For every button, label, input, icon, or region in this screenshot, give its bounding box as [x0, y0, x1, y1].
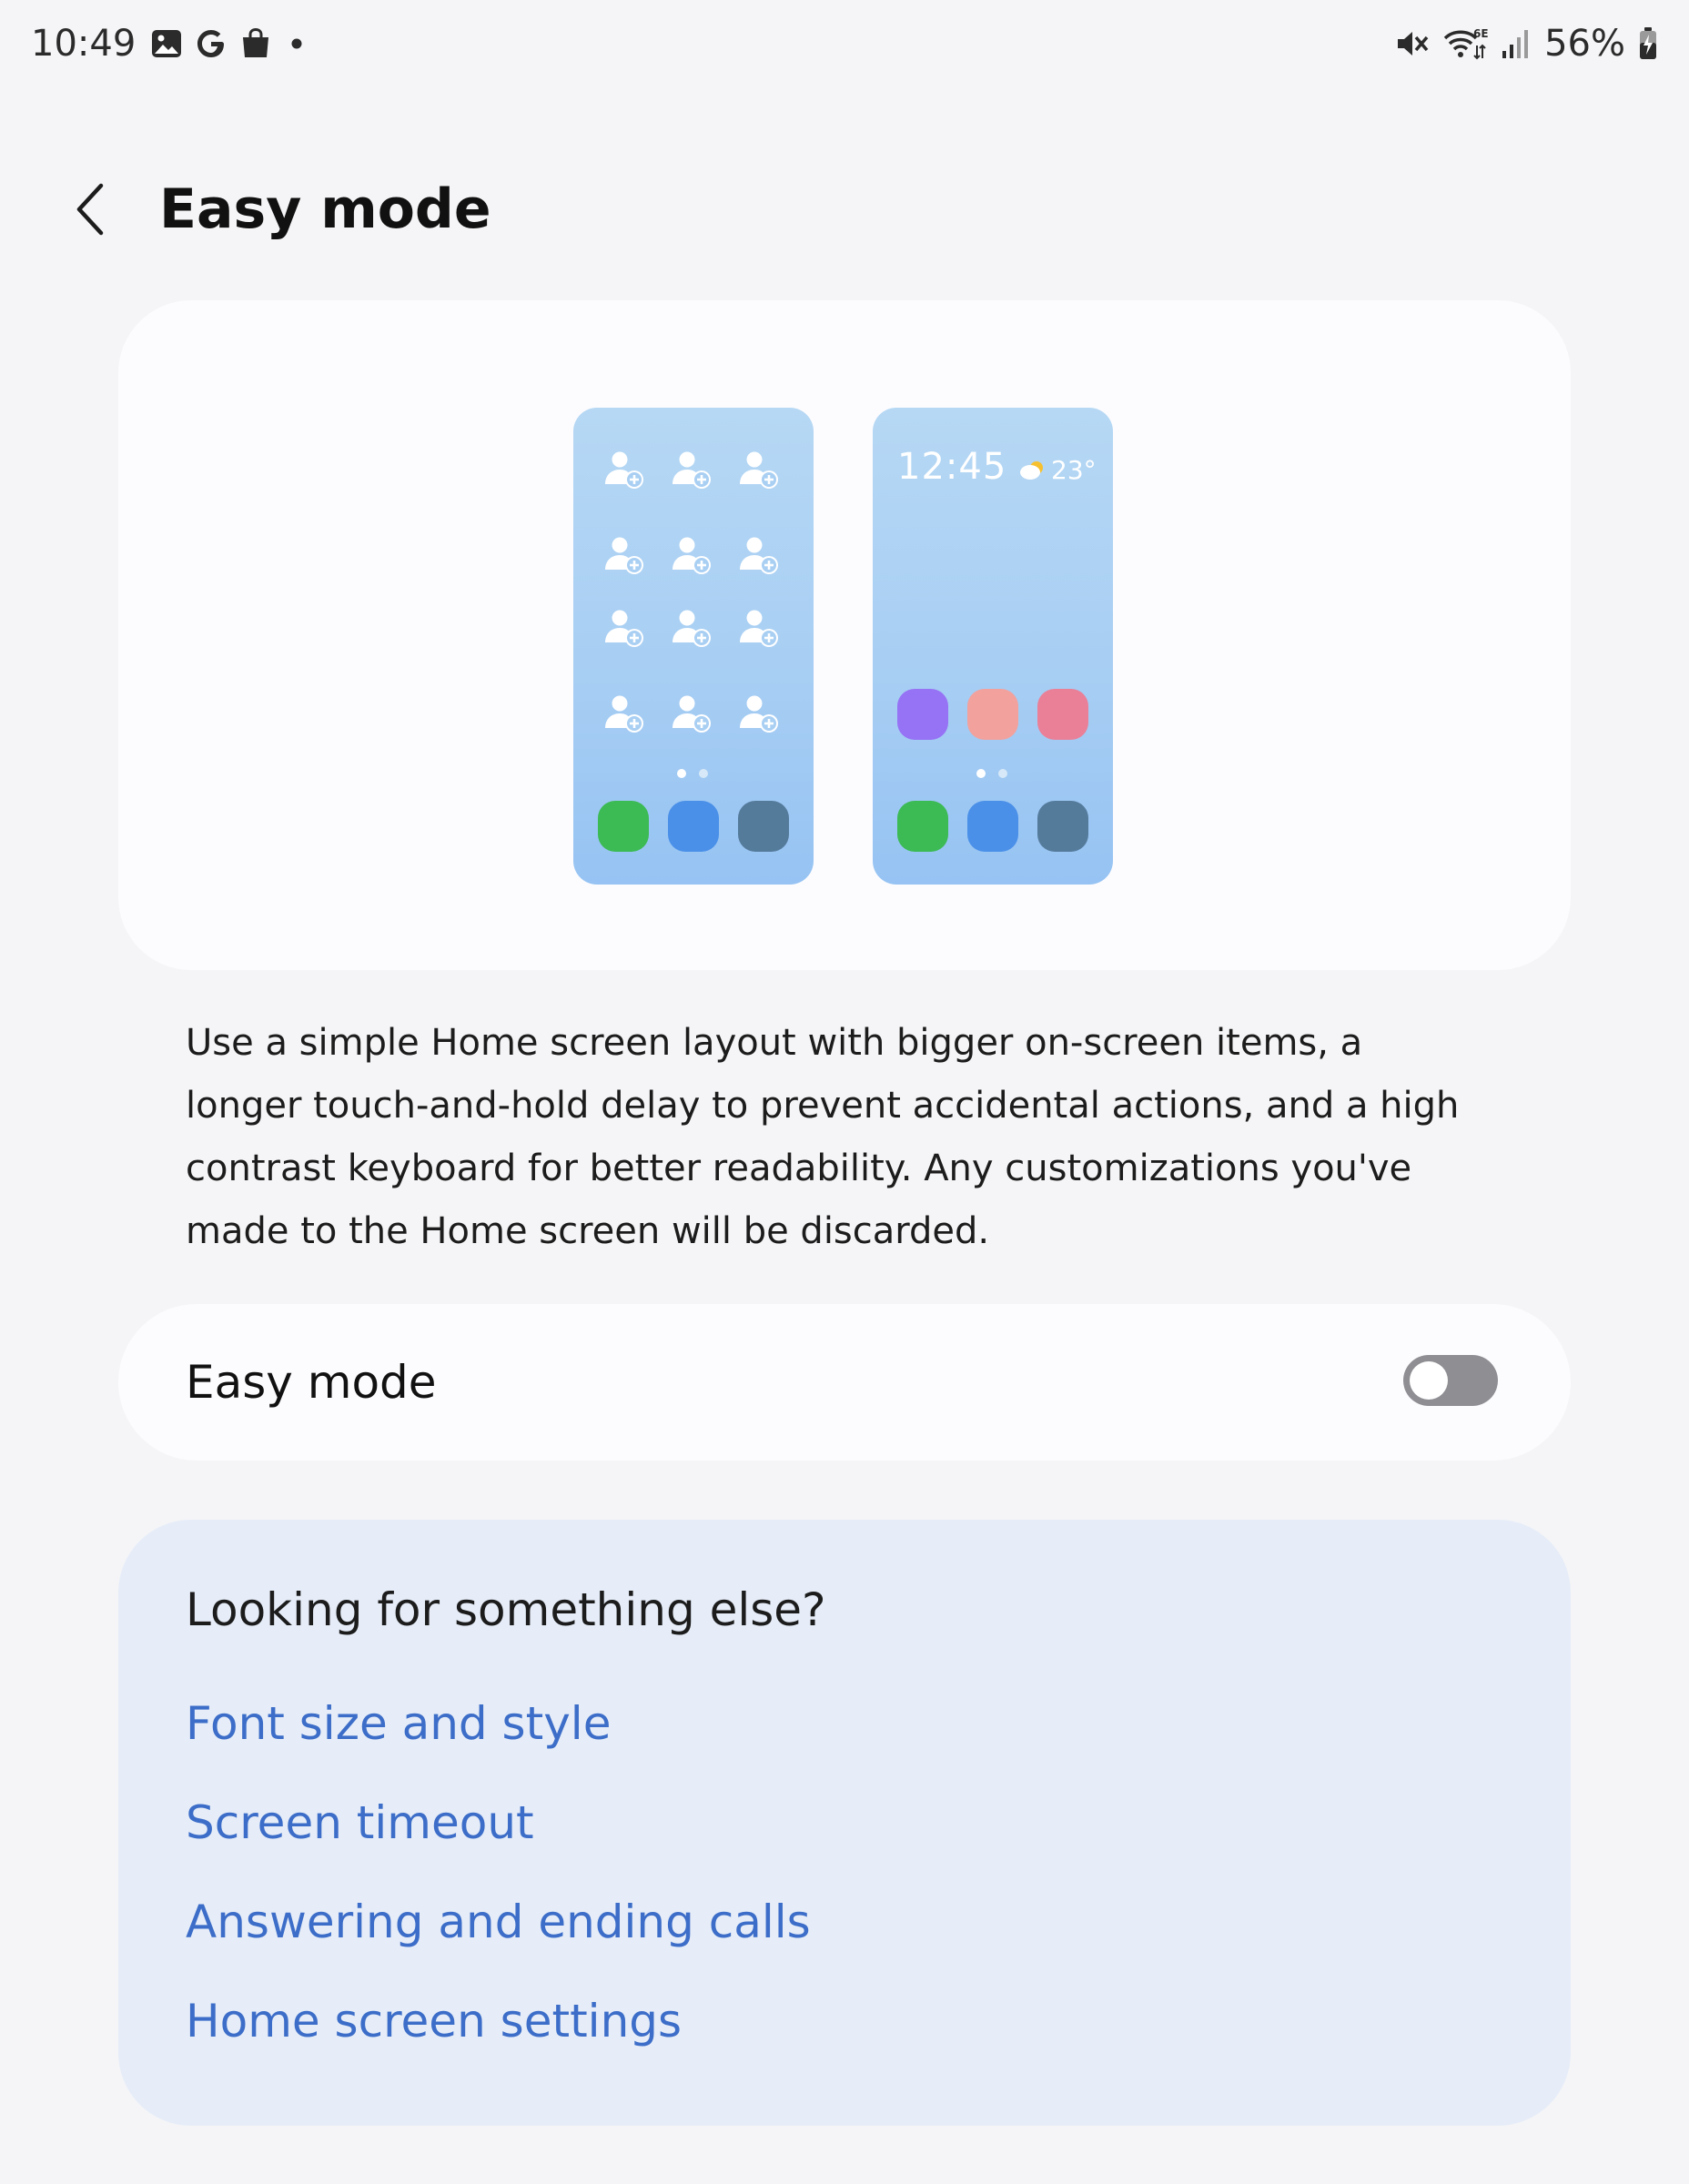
dock-app-icon	[738, 801, 789, 852]
page-indicator-active	[976, 769, 986, 778]
add-contact-icon	[602, 533, 648, 579]
suggestions-card: Looking for something else? Font size an…	[118, 1520, 1571, 2126]
svg-text:6E: 6E	[1473, 27, 1488, 40]
shopping-bag-icon	[239, 27, 272, 60]
notification-dot-icon	[283, 30, 310, 57]
easy-mode-toggle-row[interactable]: Easy mode	[118, 1304, 1571, 1461]
page-indicator-inactive	[699, 769, 708, 778]
add-contact-icon	[670, 692, 715, 737]
dock-app-icon	[897, 801, 948, 852]
easy-mode-description: Use a simple Home screen layout with big…	[186, 1022, 1460, 1252]
add-contact-icon	[737, 448, 783, 493]
link-font-size-and-style[interactable]: Font size and style	[186, 1697, 611, 1750]
status-bar: 10:49 6E 56%	[0, 0, 1689, 87]
gallery-icon	[150, 27, 183, 60]
illustration-clock: 12:45	[897, 446, 1007, 488]
add-contact-icon	[670, 606, 715, 652]
status-bar-right: 6E 56%	[1393, 20, 1658, 67]
cellular-signal-icon	[1501, 27, 1532, 60]
illustration-card: 12:45 23°	[118, 300, 1571, 970]
mute-icon	[1393, 25, 1430, 62]
illustration-temperature: 23°	[1051, 455, 1097, 485]
battery-percent: 56%	[1544, 23, 1625, 65]
switch-thumb	[1410, 1361, 1448, 1400]
easy-home-illustration: 12:45 23°	[873, 408, 1113, 885]
suggestions-heading: Looking for something else?	[186, 1583, 826, 1636]
add-contact-icon	[737, 533, 783, 579]
add-contact-icon	[602, 692, 648, 737]
battery-charging-icon	[1638, 26, 1658, 61]
dock-app-icon	[668, 801, 719, 852]
partly-sunny-icon	[1020, 460, 1043, 480]
add-contact-icon	[737, 606, 783, 652]
dock-app-icon	[1037, 801, 1088, 852]
illustration-weather: 23°	[1018, 455, 1097, 485]
chevron-left-icon	[76, 183, 104, 236]
easy-app-icon	[1037, 689, 1088, 740]
add-contact-icon	[737, 692, 783, 737]
status-bar-left: 10:49	[31, 20, 310, 67]
add-contact-icon	[602, 448, 648, 493]
page-indicator-active	[677, 769, 686, 778]
page-title: Easy mode	[159, 177, 491, 241]
dock-app-icon	[598, 801, 649, 852]
link-answering-and-ending-calls[interactable]: Answering and ending calls	[186, 1896, 811, 1948]
easy-mode-toggle-label: Easy mode	[186, 1356, 437, 1409]
wifi-6e-icon: 6E	[1442, 25, 1488, 62]
status-clock: 10:49	[31, 23, 137, 65]
link-home-screen-settings[interactable]: Home screen settings	[186, 1995, 682, 2048]
easy-app-icon	[967, 689, 1018, 740]
page-indicator-inactive	[998, 769, 1007, 778]
add-contact-icon	[670, 448, 715, 493]
standard-home-illustration	[573, 408, 814, 885]
dock-app-icon	[967, 801, 1018, 852]
add-contact-icon	[670, 533, 715, 579]
link-screen-timeout[interactable]: Screen timeout	[186, 1796, 534, 1849]
back-button[interactable]	[58, 173, 122, 246]
easy-mode-switch[interactable]	[1403, 1355, 1498, 1406]
google-icon	[194, 26, 228, 61]
easy-app-icon	[897, 689, 948, 740]
add-contact-icon	[602, 606, 648, 652]
